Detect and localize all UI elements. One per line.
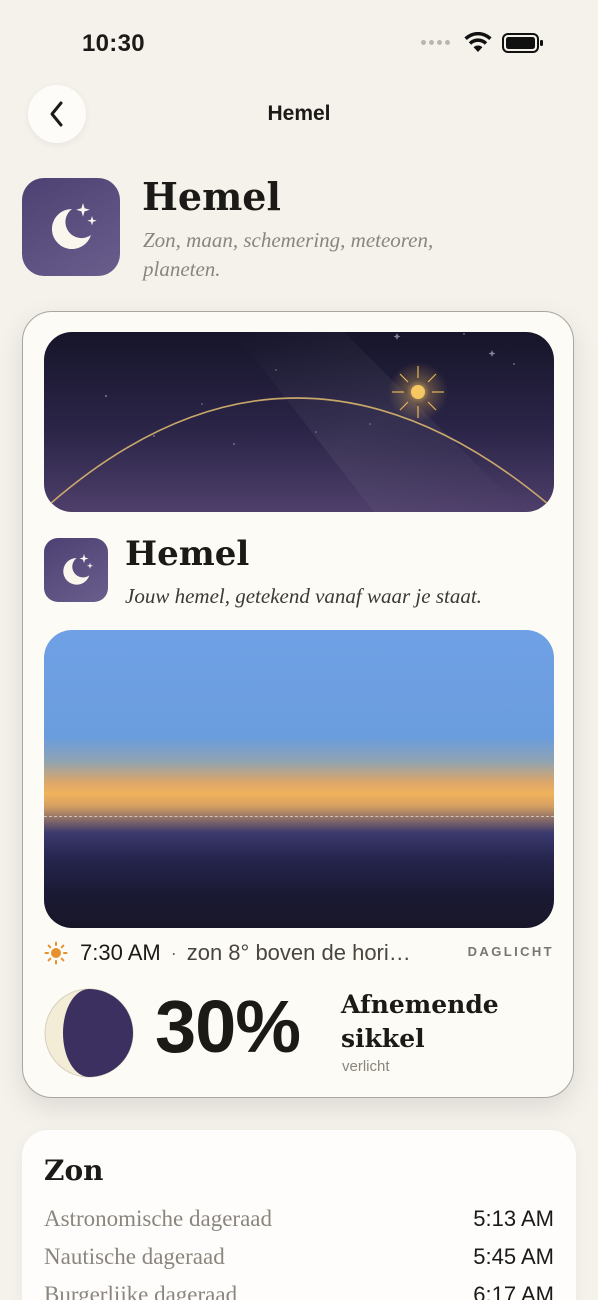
page-title: Hemel [142, 174, 281, 219]
moon-stars-icon [63, 554, 94, 585]
current-sun-row: 7:30 AM · zon 8° boven de hori… DAGLICHT [44, 938, 554, 968]
sun-time-value: 5:45 AM [473, 1244, 554, 1269]
widget-preview-card[interactable]: Hemel Jouw hemel, getekend vanaf waar je… [22, 311, 574, 1098]
sun-time-row: Astronomische dageraad 5:13 AM [44, 1206, 554, 1244]
status-time: 10:30 [82, 30, 145, 57]
sun-card-title: Zon [44, 1154, 104, 1187]
sun-time-label: Burgerlijke dageraad [44, 1282, 238, 1300]
sun-time-row: Nautische dageraad 5:45 AM [44, 1244, 554, 1282]
daylight-badge: DAGLICHT [467, 944, 554, 959]
sun-times-card[interactable]: Zon Astronomische dageraad 5:13 AM Nauti… [22, 1130, 576, 1300]
moon-phase-name: Afnemende sikkel [341, 990, 499, 1053]
sun-time-row: Burgerlijke dageraad 6:17 AM [44, 1282, 554, 1300]
moon-illumination-percent: 30% [155, 985, 301, 1068]
sun-times-list: Astronomische dageraad 5:13 AM Nautische… [44, 1206, 554, 1300]
widget-title: Hemel [125, 534, 250, 574]
page-subtitle: Zon, maan, schemering, meteoren, planete… [143, 228, 434, 281]
app-icon [22, 178, 120, 276]
sun-time-label: Nautische dageraad [44, 1244, 225, 1269]
moon-phase-graphic [44, 988, 134, 1078]
widget-app-icon [44, 538, 108, 602]
moon-illumination-label: verlicht [342, 1058, 390, 1075]
wifi-icon [464, 32, 492, 52]
status-bar: 10:30 [0, 0, 598, 88]
signal-icon [421, 40, 450, 45]
screen: 10:30 Hemel Hemel Zon, maan, schemering,… [0, 0, 598, 1300]
widget-tagline: Jouw hemel, getekend vanaf waar je staat… [125, 584, 482, 608]
nav-title: Hemel [267, 102, 331, 125]
current-time: 7:30 AM [80, 940, 161, 965]
horizon-line [44, 816, 554, 817]
battery-icon [502, 32, 543, 53]
sun-arc-illustration [44, 332, 554, 512]
status-icons [421, 32, 544, 53]
sun-time-label: Astronomische dageraad [44, 1206, 273, 1231]
sun-icon [44, 941, 68, 965]
separator-dot: · [170, 942, 177, 963]
sun-elevation-text: zon 8° boven de hori… [186, 940, 411, 965]
moon-stars-icon [51, 203, 97, 249]
sky-color-preview [44, 630, 554, 928]
sun-time-value: 6:17 AM [473, 1282, 554, 1300]
sun-time-value: 5:13 AM [473, 1206, 554, 1231]
